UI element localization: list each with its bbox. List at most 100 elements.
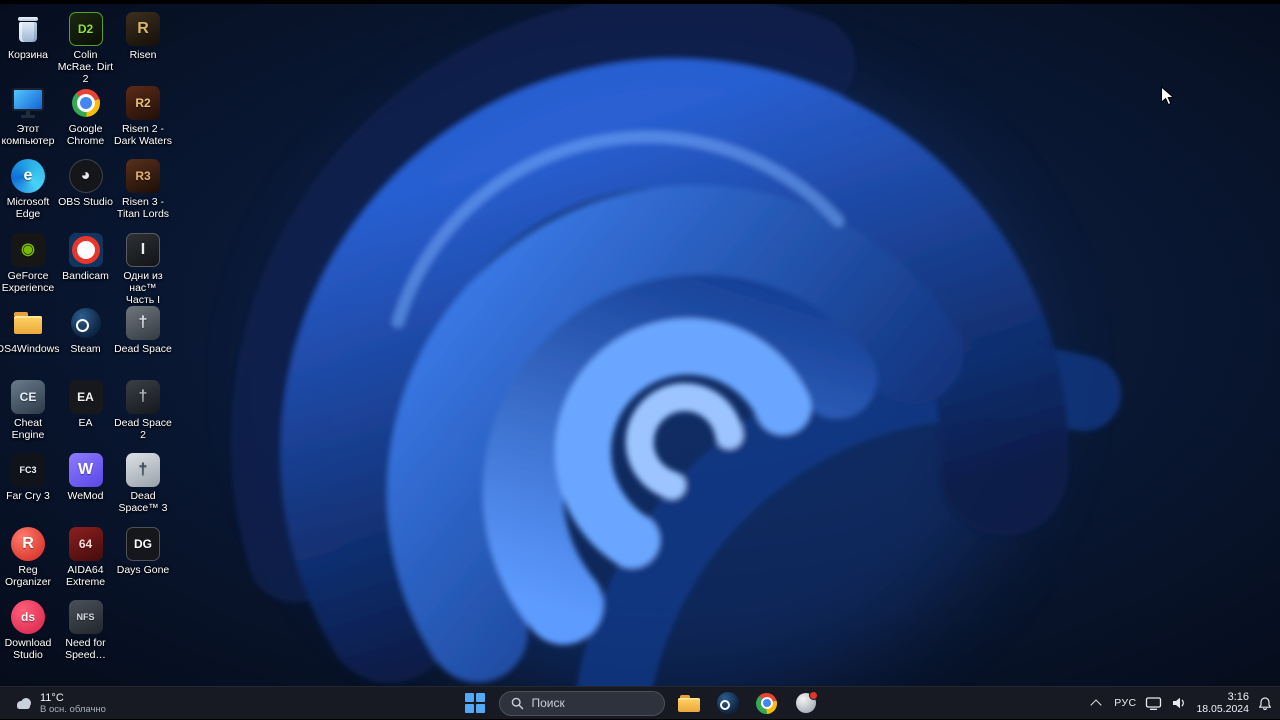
icon-glyph: ◕ xyxy=(80,167,91,184)
clock[interactable]: 3:16 18.05.2024 xyxy=(1196,691,1249,715)
dead-space-3-icon: † xyxy=(126,453,160,487)
desktop-icon-aida64-extreme[interactable]: 64 AIDA64 Extreme xyxy=(57,526,115,588)
desktop-icon-obs-studio[interactable]: ◕ OBS Studio xyxy=(57,159,115,208)
icon-label: Days Gone xyxy=(116,563,170,576)
icon-label: GeForce Experience xyxy=(1,269,55,294)
icon-glyph: e xyxy=(23,167,33,184)
chrome-icon xyxy=(756,692,777,714)
icon-glyph: NFS xyxy=(76,611,95,622)
icon-label: DS4Windows xyxy=(0,343,60,355)
desktop-icon-risen-2-dark-waters[interactable]: R2 Risen 2 - Dark Waters xyxy=(114,85,172,147)
taskbar: 11°C В осн. облачно Поиск РУС 3:16 18.05… xyxy=(0,686,1280,719)
icon-label: Microsoft Edge xyxy=(6,196,50,220)
risen-icon: R xyxy=(126,12,160,46)
desktop-icon-dead-space[interactable]: † Dead Space xyxy=(114,306,172,355)
steam-icon xyxy=(716,692,739,714)
icon-glyph: D2 xyxy=(77,22,94,36)
icon-label: OBS Studio xyxy=(58,196,113,208)
icon-label: Bandicam xyxy=(62,269,109,282)
icon-label: Risen 2 - Dark Waters xyxy=(114,122,172,147)
desktop-icon-google-chrome[interactable]: Google Chrome xyxy=(57,86,115,147)
days-gone-icon: DG xyxy=(126,526,160,561)
this-pc-icon xyxy=(11,86,45,120)
icon-glyph: † xyxy=(138,387,148,405)
desktop-icon-days-gone[interactable]: DG Days Gone xyxy=(114,526,172,576)
icon-label: Одни из нас™ Часть I xyxy=(123,269,163,306)
search-placeholder: Поиск xyxy=(531,696,565,710)
desktop-icon-far-cry-3[interactable]: FC3 Far Cry 3 xyxy=(0,453,57,502)
bandicam-icon xyxy=(68,232,103,267)
icon-glyph: ds xyxy=(20,610,35,624)
icon-glyph: R2 xyxy=(135,95,151,110)
icon-glyph: ◉ xyxy=(21,240,35,258)
risen-2-dark-waters-icon: R2 xyxy=(126,85,160,120)
desktop-icon-this-pc[interactable]: Этот компьютер xyxy=(0,86,57,147)
desktop-icon-steam[interactable]: Steam xyxy=(57,306,115,355)
desktop-icon-colin-mcrae-dirt-2[interactable]: D2 Colin McRae. Dirt 2 xyxy=(57,12,115,85)
icon-label: Cheat Engine xyxy=(11,416,45,441)
steam-taskbar-button[interactable] xyxy=(713,689,743,717)
desktop-icon-cheat-engine[interactable]: CE Cheat Engine xyxy=(0,379,57,441)
icon-glyph: † xyxy=(138,461,148,478)
dead-space-icon: † xyxy=(126,306,160,340)
tray-time: 3:16 xyxy=(1227,691,1249,703)
desktop-icon-need-for-speed[interactable]: NFS Need for Speed… xyxy=(57,600,115,661)
icon-label: Dead Space 2 xyxy=(114,416,172,441)
start-button[interactable] xyxy=(460,689,490,717)
icon-label: Google Chrome xyxy=(66,122,105,147)
file-explorer-button[interactable] xyxy=(674,689,704,717)
search-box[interactable]: Поиск xyxy=(498,690,665,716)
icon-label: Dead Space xyxy=(114,343,172,355)
icon-label: Download Studio xyxy=(4,637,52,661)
icon-label: Этот компьютер xyxy=(1,122,55,147)
tray-date: 18.05.2024 xyxy=(1196,703,1249,715)
dead-space-2-icon: † xyxy=(126,379,160,414)
icon-label: Steam xyxy=(70,343,101,355)
tray-overflow-button[interactable] xyxy=(1087,689,1105,717)
icon-label: Risen xyxy=(129,49,157,61)
risen-3-titan-lords-icon: R3 xyxy=(126,159,160,193)
chrome-taskbar-button[interactable] xyxy=(752,689,782,717)
steam-icon xyxy=(69,306,103,340)
aida64-extreme-icon: 64 xyxy=(68,526,103,561)
desktop-icon-dead-space-2[interactable]: † Dead Space 2 xyxy=(114,379,172,441)
icon-label: WeMod xyxy=(67,490,104,502)
network-icon[interactable] xyxy=(1145,696,1162,711)
icon-glyph: R xyxy=(137,20,149,37)
ea-icon: EA xyxy=(68,379,103,414)
icon-label: Dead Space™ 3 xyxy=(118,490,168,514)
desktop-icon-microsoft-edge[interactable]: e Microsoft Edge xyxy=(0,159,57,220)
desktop-icon-download-studio[interactable]: ds Download Studio xyxy=(0,600,57,661)
icon-label: Need for Speed… xyxy=(65,637,106,661)
chevron-up-icon xyxy=(1090,698,1102,711)
icon-label: Reg Organizer xyxy=(4,563,52,588)
desktop-icon-geforce-experience[interactable]: ◉ GeForce Experience xyxy=(0,232,57,294)
icon-glyph: FC3 xyxy=(19,464,37,475)
desktop-icon-bandicam[interactable]: Bandicam xyxy=(57,232,115,282)
desktop-icon-risen-3-titan-lords[interactable]: R3 Risen 3 - Titan Lords xyxy=(114,159,172,220)
reg-organizer-icon: R xyxy=(11,526,45,561)
desktop-icon-dead-space-3[interactable]: † Dead Space™ 3 xyxy=(114,453,172,514)
obs-studio-icon: ◕ xyxy=(68,159,103,193)
desktop-icon-reg-organizer[interactable]: R Reg Organizer xyxy=(0,526,57,588)
volume-icon[interactable] xyxy=(1171,696,1187,710)
language-indicator[interactable]: РУС xyxy=(1114,697,1136,709)
download-studio-icon: ds xyxy=(11,600,45,634)
system-tray: РУС 3:16 18.05.2024 xyxy=(1087,687,1272,719)
google-chrome-icon xyxy=(69,86,103,120)
desktop-icon-risen[interactable]: R Risen xyxy=(114,12,172,61)
icon-glyph: CE xyxy=(19,389,37,404)
the-last-of-us-part-1-icon: I xyxy=(126,232,160,267)
search-icon xyxy=(511,697,523,709)
desktop-icon-the-last-of-us-part-1[interactable]: I Одни из нас™ Часть I xyxy=(114,232,172,306)
far-cry-3-icon: FC3 xyxy=(11,453,45,487)
desktop-icon-recycle-bin[interactable]: Корзина xyxy=(0,12,57,61)
microsoft-edge-icon: e xyxy=(11,159,45,193)
notifications-bell-icon[interactable] xyxy=(1258,696,1272,711)
pinned-app-button[interactable] xyxy=(791,689,821,717)
desktop-icon-wemod[interactable]: W WeMod xyxy=(57,453,115,502)
need-for-speed-icon: NFS xyxy=(68,600,103,634)
desktop-icon-ea[interactable]: EA EA xyxy=(57,379,115,429)
desktop-icon-ds4windows[interactable]: DS4Windows xyxy=(0,306,60,355)
mouse-cursor xyxy=(1161,86,1175,106)
